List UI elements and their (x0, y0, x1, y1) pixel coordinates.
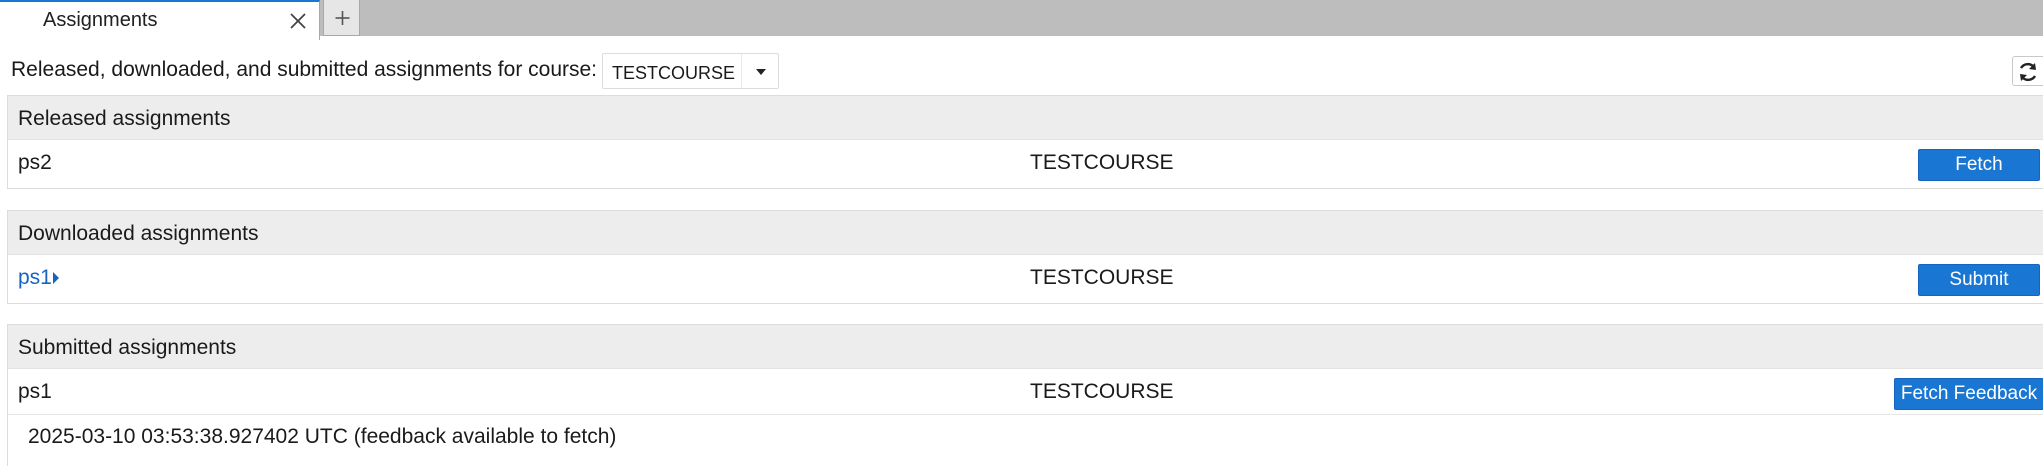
course-toolbar: Released, downloaded, and submitted assi… (0, 48, 2043, 92)
caret-down-icon (753, 62, 769, 80)
assignment-name-link[interactable]: ps1 (18, 266, 52, 290)
submission-detail-row: 2025-03-10 03:53:38.927402 UTC (feedback… (8, 415, 2043, 461)
downloaded-header: Downloaded assignments (8, 211, 2043, 255)
dropdown-divider (741, 54, 742, 88)
table-row: ps1 TESTCOURSE Fetch Feedback (8, 369, 2043, 415)
assignment-course: TESTCOURSE (1030, 266, 1174, 289)
close-icon[interactable] (288, 8, 308, 32)
section-title: Downloaded assignments (18, 222, 259, 245)
tab-assignments[interactable]: Assignments (0, 0, 320, 40)
submit-button[interactable]: Submit (1918, 264, 2040, 296)
released-header: Released assignments (8, 96, 2043, 140)
section-title: Submitted assignments (18, 336, 237, 359)
downloaded-assignments-panel: Downloaded assignments ps1 TESTCOURSE Su… (7, 210, 2043, 304)
course-dropdown[interactable]: TESTCOURSE (602, 53, 779, 89)
toolbar-description: Released, downloaded, and submitted assi… (11, 58, 598, 81)
fetch-feedback-button[interactable]: Fetch Feedback (1894, 378, 2043, 410)
submitted-assignments-panel: Submitted assignments ps1 TESTCOURSE Fet… (7, 324, 2043, 466)
refresh-button[interactable] (2012, 56, 2043, 86)
released-assignments-panel: Released assignments ps2 TESTCOURSE Fetc… (7, 95, 2043, 189)
table-row: ps2 TESTCOURSE Fetch (8, 140, 2043, 186)
section-title: Released assignments (18, 107, 231, 130)
fetch-button[interactable]: Fetch (1918, 149, 2040, 181)
tab-bar: Assignments (0, 0, 2043, 40)
submitted-header: Submitted assignments (8, 325, 2043, 369)
new-tab-button[interactable] (323, 0, 360, 36)
refresh-icon (2019, 62, 2037, 82)
assignment-course: TESTCOURSE (1030, 151, 1174, 174)
assignment-course: TESTCOURSE (1030, 380, 1174, 403)
submission-timestamp: 2025-03-10 03:53:38.927402 UTC (feedback… (28, 425, 617, 448)
tab-label: Assignments (43, 9, 158, 31)
course-dropdown-value: TESTCOURSE (612, 63, 736, 83)
plus-icon (335, 11, 350, 25)
assignment-name: ps1 (18, 380, 52, 403)
caret-right-icon[interactable] (52, 271, 60, 285)
table-row[interactable]: ps1 TESTCOURSE Submit (8, 255, 2043, 301)
assignment-name: ps2 (18, 151, 52, 174)
